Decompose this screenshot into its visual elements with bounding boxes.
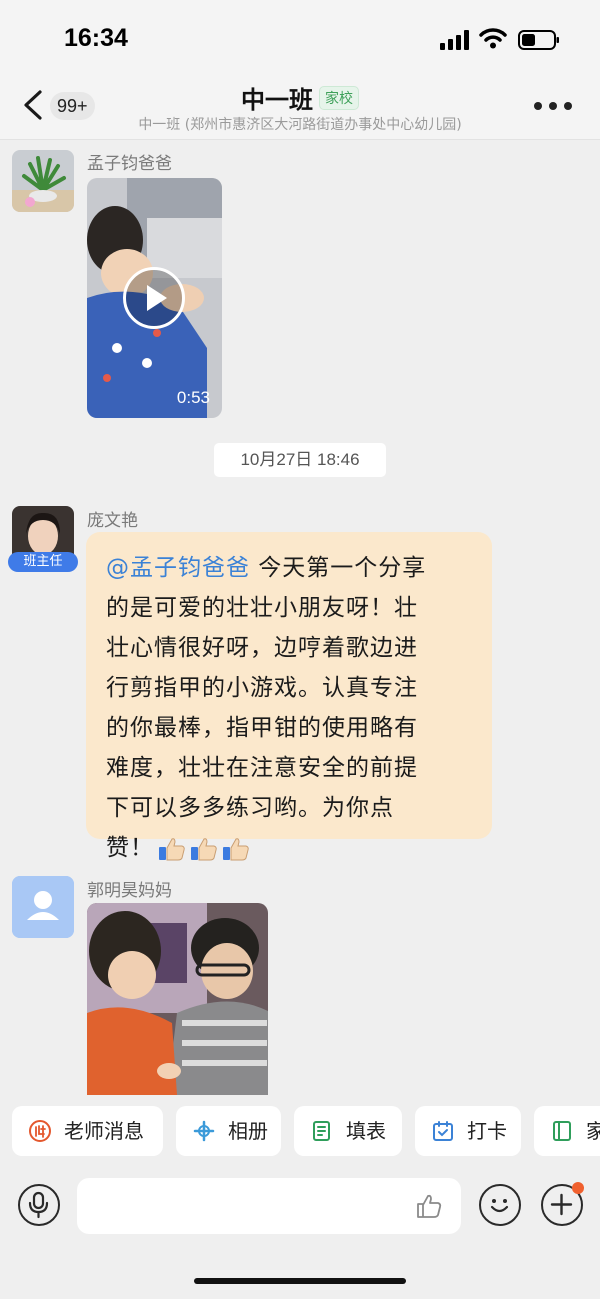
message-text-line: 的你最棒，指甲钳的使用略有 bbox=[106, 715, 418, 741]
quick-action-label: 填表 bbox=[346, 1119, 386, 1143]
group-type-tag: 家校 bbox=[319, 85, 359, 110]
home-indicator bbox=[194, 1278, 406, 1284]
quick-action-teacher-messages[interactable]: 老师消息 bbox=[12, 1106, 163, 1156]
voice-input-icon[interactable] bbox=[18, 1184, 60, 1226]
photo-thumbnail bbox=[87, 903, 268, 1095]
thumbs-up-icon bbox=[223, 838, 249, 861]
notification-dot bbox=[572, 1182, 584, 1194]
message-text-line: 赞！ bbox=[106, 835, 154, 861]
checkin-icon bbox=[433, 1121, 453, 1141]
message-timestamp: 10月27日 18:46 bbox=[214, 443, 386, 477]
form-icon bbox=[313, 1121, 330, 1141]
more-options-icon[interactable] bbox=[534, 102, 572, 112]
quick-action-bar: 老师消息 相册 填表 打卡 家 bbox=[0, 1102, 600, 1162]
avatar[interactable] bbox=[12, 150, 74, 212]
message-text-line: 壮心情很好呀，边哼着歌边进 bbox=[106, 635, 418, 661]
image-message[interactable] bbox=[87, 903, 268, 1095]
quick-action-form[interactable]: 填表 bbox=[294, 1106, 402, 1156]
teacher-icon bbox=[29, 1120, 51, 1142]
plant-avatar-image bbox=[12, 150, 74, 212]
emoji-icon[interactable] bbox=[479, 1184, 521, 1226]
status-bar: 16:34 bbox=[0, 0, 600, 78]
role-badge: 班主任 bbox=[8, 552, 78, 572]
message-text-field[interactable] bbox=[77, 1178, 461, 1234]
thumbs-up-icon bbox=[159, 838, 185, 861]
message-text-line: 难度，壮壮在注意安全的前提 bbox=[106, 755, 418, 781]
default-user-avatar-icon bbox=[12, 876, 74, 938]
battery-icon bbox=[518, 30, 559, 50]
message-text-line: 下可以多多练习哟。为你点 bbox=[106, 795, 394, 821]
like-icon[interactable] bbox=[415, 1192, 443, 1220]
message-text-line: 今天第一个分享 bbox=[250, 555, 427, 581]
quick-action-label: 家 bbox=[586, 1119, 600, 1143]
chat-subtitle: 中一班 (郑州市惠济区大河路街道办事处中心幼儿园) bbox=[138, 117, 462, 133]
video-duration: 0:53 bbox=[176, 388, 210, 407]
quick-action-label: 相册 bbox=[228, 1119, 268, 1143]
album-icon bbox=[193, 1120, 215, 1142]
avatar[interactable] bbox=[12, 876, 74, 938]
chat-title-row[interactable]: 中一班 家校 bbox=[0, 80, 600, 115]
text-message-bubble[interactable]: @孟子钧爸爸 今天第一个分享 的是可爱的壮壮小朋友呀！壮 壮心情很好呀，边哼着歌… bbox=[86, 532, 492, 861]
thumbs-up-icon bbox=[191, 838, 217, 861]
sender-name: 孟子钧爸爸 bbox=[87, 154, 172, 174]
video-message[interactable]: 0:53 bbox=[87, 178, 222, 418]
thumbs-up-emojis bbox=[158, 829, 254, 869]
wifi-icon bbox=[479, 28, 507, 49]
quick-action-checkin[interactable]: 打卡 bbox=[415, 1106, 521, 1156]
mention-link[interactable]: @孟子钧爸爸 bbox=[106, 555, 250, 581]
status-time: 16:34 bbox=[64, 24, 128, 52]
home-book-icon bbox=[553, 1121, 571, 1141]
message-text-line: 行剪指甲的小游戏。认真专注 bbox=[106, 675, 418, 701]
sender-name: 庞文艳 bbox=[87, 511, 138, 531]
quick-action-album[interactable]: 相册 bbox=[176, 1106, 281, 1156]
quick-action-home-book[interactable]: 家 bbox=[534, 1106, 600, 1156]
sender-name: 郭明昊妈妈 bbox=[87, 881, 172, 901]
quick-action-label: 老师消息 bbox=[64, 1119, 144, 1143]
quick-action-label: 打卡 bbox=[467, 1119, 507, 1143]
cellular-signal-icon bbox=[440, 30, 469, 50]
chat-title: 中一班 bbox=[241, 86, 313, 114]
play-button-icon[interactable] bbox=[123, 267, 185, 329]
chat-header: 99+ 中一班 家校 中一班 (郑州市惠济区大河路街道办事处中心幼儿园) bbox=[0, 78, 600, 140]
message-text-line: 的是可爱的壮壮小朋友呀！壮 bbox=[106, 595, 418, 621]
